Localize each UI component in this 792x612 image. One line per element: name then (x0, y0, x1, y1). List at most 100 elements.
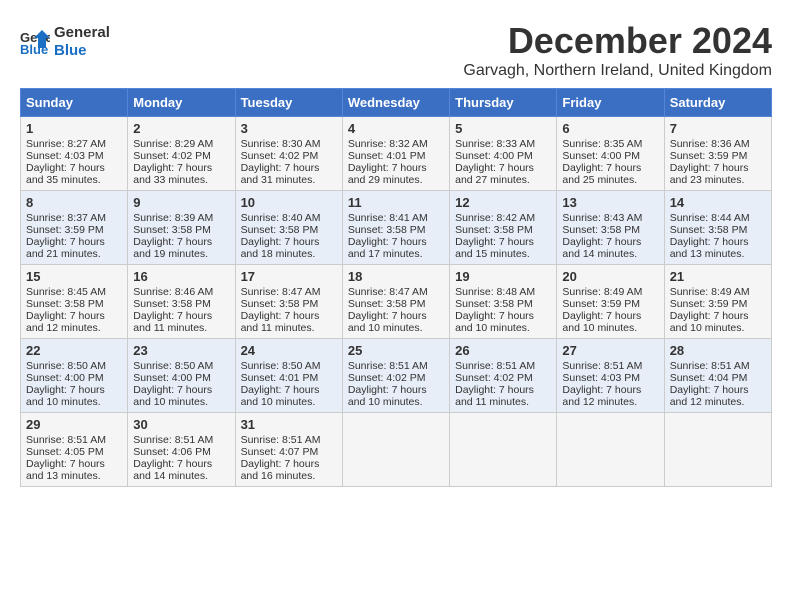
day-info-line: and 35 minutes. (26, 174, 122, 186)
day-info-line: Sunset: 3:58 PM (133, 224, 229, 236)
calendar-cell: 20Sunrise: 8:49 AMSunset: 3:59 PMDayligh… (557, 265, 664, 339)
day-info-line: Daylight: 7 hours (348, 236, 444, 248)
day-info-line: and 10 minutes. (241, 396, 337, 408)
day-number: 29 (26, 417, 122, 432)
day-info-line: Sunrise: 8:32 AM (348, 138, 444, 150)
logo-line2: Blue (54, 42, 110, 60)
day-info-line: Sunset: 4:07 PM (241, 446, 337, 458)
day-info-line: Sunset: 4:01 PM (241, 372, 337, 384)
day-number: 7 (670, 121, 766, 136)
weekday-header-cell: Monday (128, 89, 235, 117)
day-info-line: Daylight: 7 hours (241, 458, 337, 470)
day-info-line: Sunrise: 8:51 AM (26, 434, 122, 446)
calendar-week-row: 22Sunrise: 8:50 AMSunset: 4:00 PMDayligh… (21, 339, 772, 413)
day-info-line: Sunrise: 8:29 AM (133, 138, 229, 150)
day-info-line: and 23 minutes. (670, 174, 766, 186)
day-info-line: Daylight: 7 hours (670, 236, 766, 248)
calendar-cell: 21Sunrise: 8:49 AMSunset: 3:59 PMDayligh… (664, 265, 771, 339)
day-info-line: Sunrise: 8:51 AM (670, 360, 766, 372)
day-number: 6 (562, 121, 658, 136)
day-number: 24 (241, 343, 337, 358)
day-info-line: Sunrise: 8:35 AM (562, 138, 658, 150)
day-info-line: Daylight: 7 hours (133, 162, 229, 174)
day-info-line: Sunset: 3:58 PM (241, 298, 337, 310)
weekday-header-cell: Sunday (21, 89, 128, 117)
day-number: 22 (26, 343, 122, 358)
day-info-line: Daylight: 7 hours (26, 236, 122, 248)
day-info-line: and 10 minutes. (455, 322, 551, 334)
day-info-line: and 25 minutes. (562, 174, 658, 186)
day-info-line: Sunset: 4:03 PM (26, 150, 122, 162)
day-info-line: Daylight: 7 hours (26, 384, 122, 396)
day-number: 15 (26, 269, 122, 284)
day-info-line: and 10 minutes. (26, 396, 122, 408)
calendar-cell: 22Sunrise: 8:50 AMSunset: 4:00 PMDayligh… (21, 339, 128, 413)
calendar-cell (342, 413, 449, 487)
day-info-line: and 18 minutes. (241, 248, 337, 260)
day-number: 14 (670, 195, 766, 210)
month-year-title: December 2024 (463, 20, 772, 62)
day-info-line: Sunset: 3:59 PM (670, 150, 766, 162)
day-info-line: Daylight: 7 hours (670, 384, 766, 396)
day-info-line: Daylight: 7 hours (133, 236, 229, 248)
day-info-line: Sunset: 4:02 PM (241, 150, 337, 162)
day-info-line: and 13 minutes. (670, 248, 766, 260)
day-info-line: Sunrise: 8:48 AM (455, 286, 551, 298)
day-info-line: and 10 minutes. (348, 322, 444, 334)
day-info-line: Daylight: 7 hours (26, 310, 122, 322)
day-info-line: Daylight: 7 hours (348, 384, 444, 396)
calendar-cell: 18Sunrise: 8:47 AMSunset: 3:58 PMDayligh… (342, 265, 449, 339)
calendar-cell: 4Sunrise: 8:32 AMSunset: 4:01 PMDaylight… (342, 117, 449, 191)
day-number: 25 (348, 343, 444, 358)
day-info-line: and 16 minutes. (241, 470, 337, 482)
day-info-line: Sunset: 4:00 PM (562, 150, 658, 162)
day-info-line: Sunrise: 8:49 AM (562, 286, 658, 298)
calendar-cell: 16Sunrise: 8:46 AMSunset: 3:58 PMDayligh… (128, 265, 235, 339)
weekday-header-cell: Saturday (664, 89, 771, 117)
calendar-cell: 30Sunrise: 8:51 AMSunset: 4:06 PMDayligh… (128, 413, 235, 487)
day-info-line: Sunset: 3:58 PM (455, 224, 551, 236)
day-info-line: and 19 minutes. (133, 248, 229, 260)
day-info-line: and 13 minutes. (26, 470, 122, 482)
calendar-cell: 14Sunrise: 8:44 AMSunset: 3:58 PMDayligh… (664, 191, 771, 265)
day-info-line: Sunrise: 8:37 AM (26, 212, 122, 224)
day-info-line: and 11 minutes. (133, 322, 229, 334)
location-title: Garvagh, Northern Ireland, United Kingdo… (463, 62, 772, 80)
day-info-line: and 12 minutes. (670, 396, 766, 408)
logo: General Blue General Blue (20, 24, 110, 60)
day-info-line: Daylight: 7 hours (562, 310, 658, 322)
day-info-line: Sunset: 3:58 PM (562, 224, 658, 236)
day-info-line: Sunrise: 8:43 AM (562, 212, 658, 224)
day-info-line: Daylight: 7 hours (562, 236, 658, 248)
day-info-line: Sunset: 3:58 PM (133, 298, 229, 310)
calendar-cell: 25Sunrise: 8:51 AMSunset: 4:02 PMDayligh… (342, 339, 449, 413)
calendar-cell: 17Sunrise: 8:47 AMSunset: 3:58 PMDayligh… (235, 265, 342, 339)
calendar-cell: 7Sunrise: 8:36 AMSunset: 3:59 PMDaylight… (664, 117, 771, 191)
day-info-line: Sunset: 4:00 PM (455, 150, 551, 162)
calendar-cell: 19Sunrise: 8:48 AMSunset: 3:58 PMDayligh… (450, 265, 557, 339)
day-info-line: Daylight: 7 hours (670, 162, 766, 174)
day-number: 28 (670, 343, 766, 358)
day-info-line: Sunrise: 8:41 AM (348, 212, 444, 224)
day-number: 21 (670, 269, 766, 284)
calendar-cell: 3Sunrise: 8:30 AMSunset: 4:02 PMDaylight… (235, 117, 342, 191)
calendar: SundayMondayTuesdayWednesdayThursdayFrid… (20, 88, 772, 487)
day-info-line: Sunset: 4:02 PM (455, 372, 551, 384)
day-number: 1 (26, 121, 122, 136)
day-info-line: Sunrise: 8:47 AM (348, 286, 444, 298)
day-info-line: Daylight: 7 hours (241, 384, 337, 396)
day-info-line: Sunset: 3:58 PM (670, 224, 766, 236)
day-info-line: Daylight: 7 hours (562, 162, 658, 174)
day-info-line: and 31 minutes. (241, 174, 337, 186)
day-number: 31 (241, 417, 337, 432)
day-info-line: Daylight: 7 hours (133, 458, 229, 470)
day-info-line: Daylight: 7 hours (348, 310, 444, 322)
day-info-line: Daylight: 7 hours (348, 162, 444, 174)
calendar-cell: 15Sunrise: 8:45 AMSunset: 3:58 PMDayligh… (21, 265, 128, 339)
day-info-line: Sunrise: 8:39 AM (133, 212, 229, 224)
day-info-line: and 27 minutes. (455, 174, 551, 186)
calendar-cell: 24Sunrise: 8:50 AMSunset: 4:01 PMDayligh… (235, 339, 342, 413)
day-info-line: Daylight: 7 hours (455, 310, 551, 322)
calendar-body: 1Sunrise: 8:27 AMSunset: 4:03 PMDaylight… (21, 117, 772, 487)
day-info-line: Sunset: 4:06 PM (133, 446, 229, 458)
